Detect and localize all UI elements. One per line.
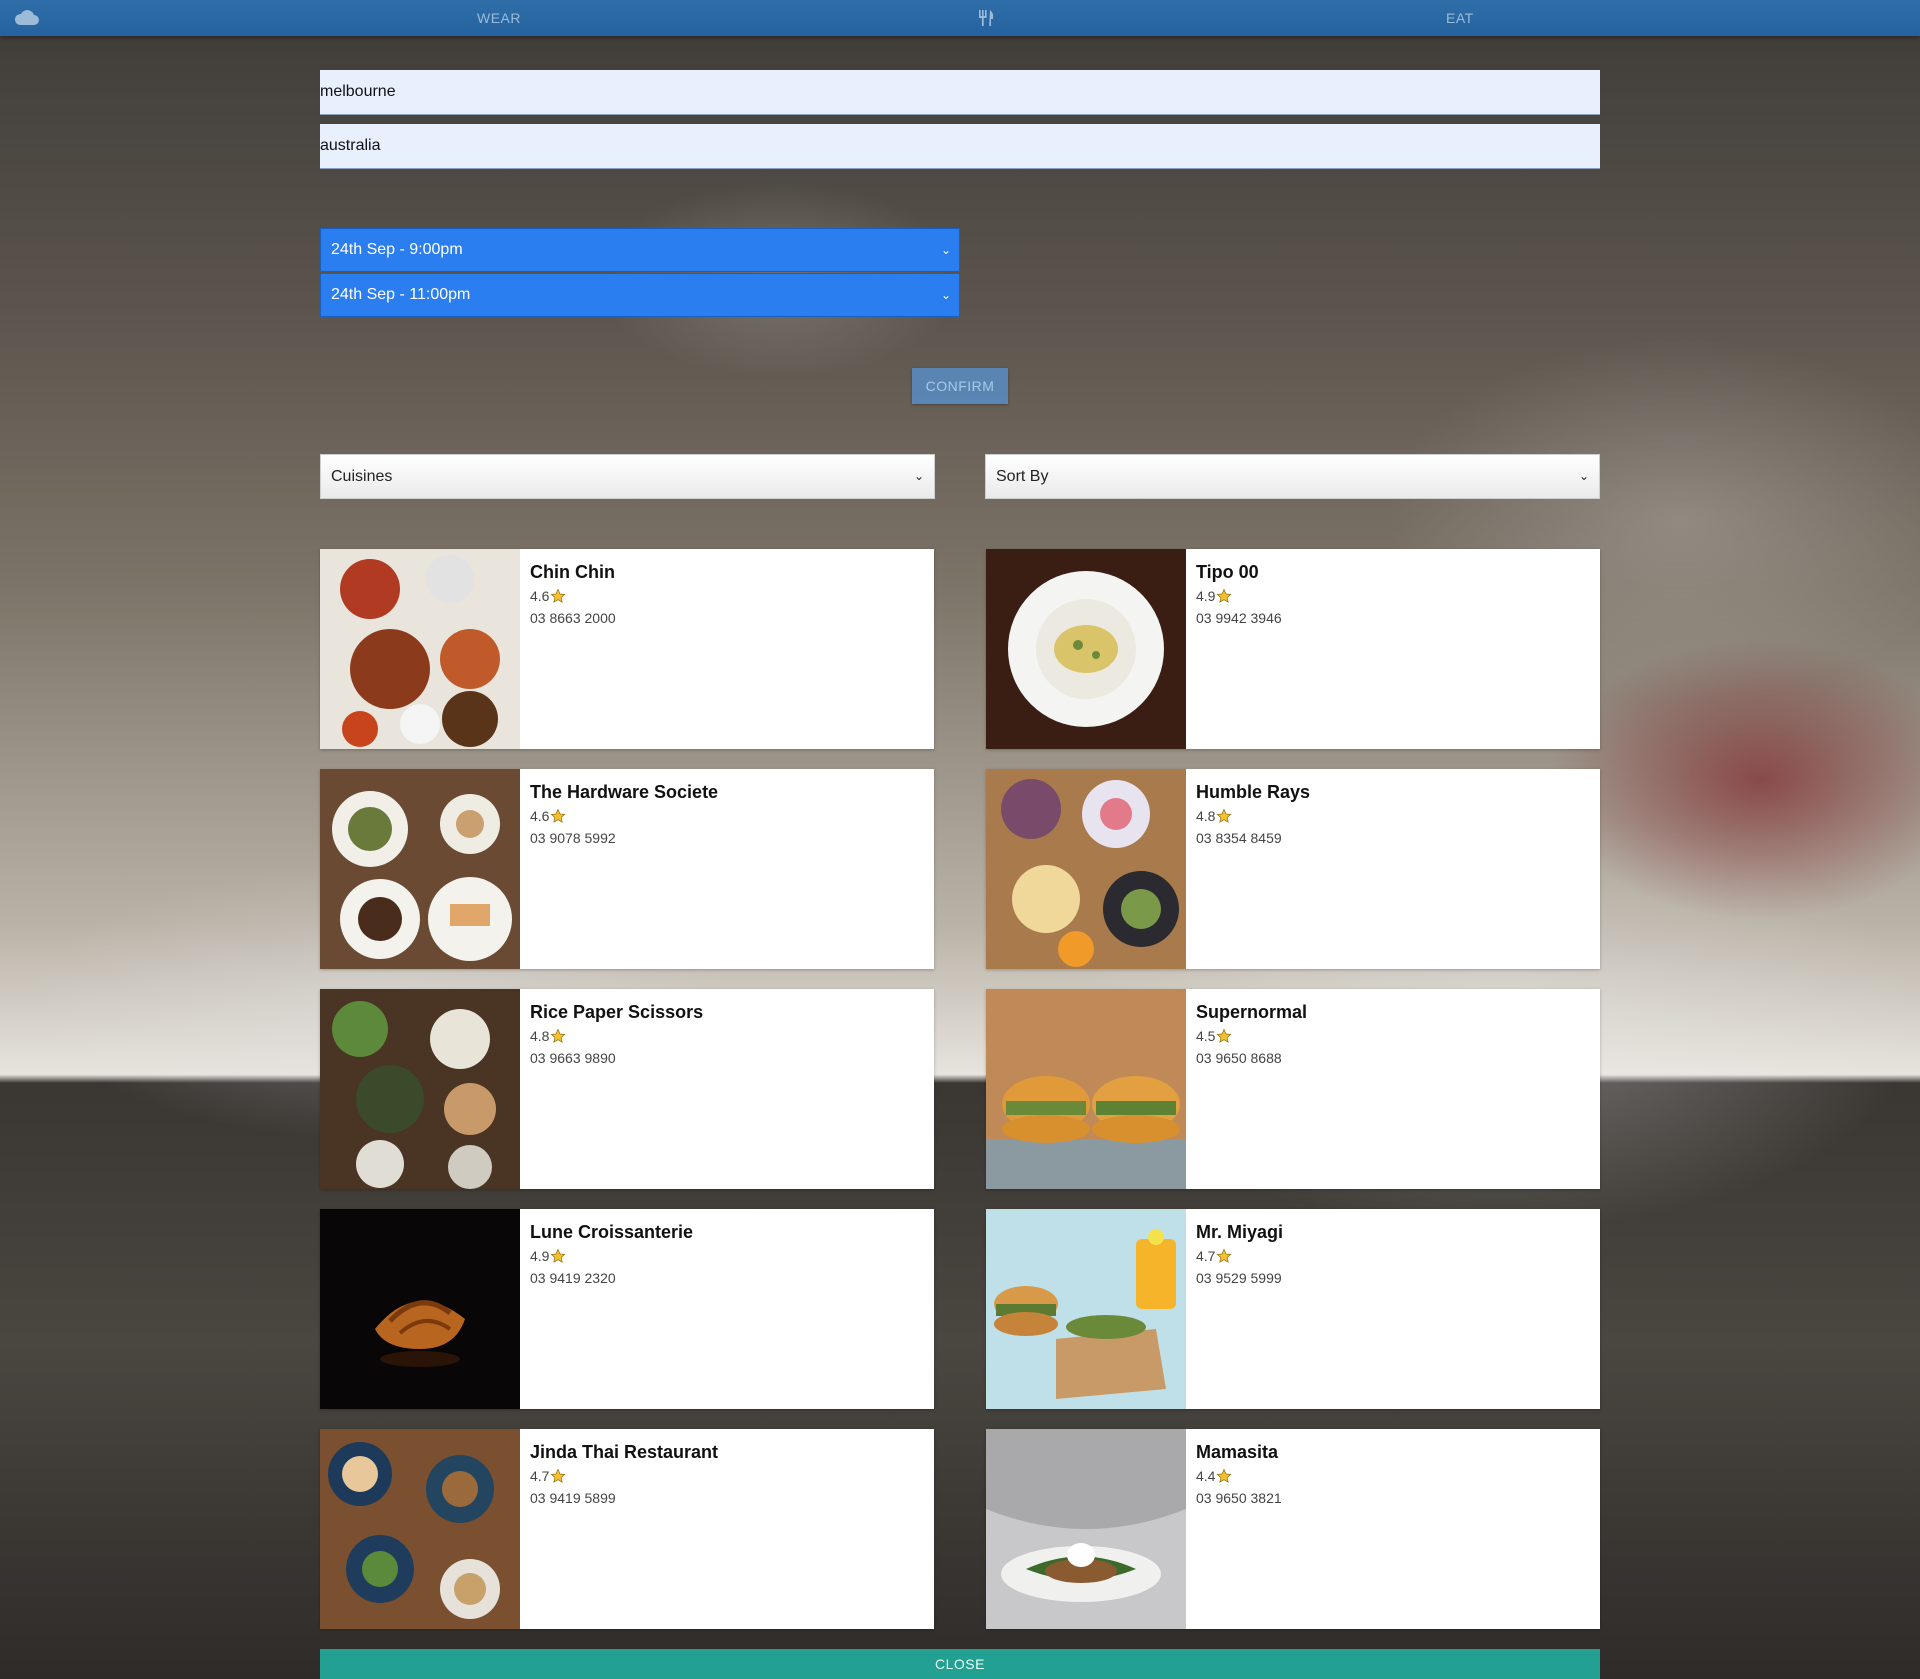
restaurant-name: Jinda Thai Restaurant [530,1442,719,1462]
star-icon [550,588,566,603]
restaurant-card[interactable]: Rice Paper Scissors 4.8 03 9663 9890 [320,989,934,1189]
star-icon [1216,1028,1232,1043]
chevron-down-icon: ⌄ [940,243,951,257]
restaurant-photo [986,1209,1186,1409]
start-datetime-value: 24th Sep - 9:00pm [331,241,463,258]
restaurant-name: The Hardware Societe [530,782,719,802]
restaurant-phone: 03 9942 3946 [1196,610,1282,626]
chevron-down-icon: ⌄ [1578,469,1589,483]
restaurant-photo [320,1429,520,1629]
star-icon [550,1468,566,1483]
star-icon [1216,1248,1232,1263]
star-icon [550,1248,566,1263]
restaurant-name: Lune Croissanterie [530,1222,694,1242]
restaurant-name: Mamasita [1196,1442,1279,1462]
star-icon [550,1028,566,1043]
restaurant-name: Mr. Miyagi [1196,1222,1284,1242]
restaurant-rating: 4.7 [530,1468,550,1484]
restaurant-phone: 03 9529 5999 [1196,1270,1282,1286]
restaurant-rating: 4.8 [1196,808,1216,824]
restaurant-photo [986,549,1186,749]
start-datetime-select[interactable]: 24th Sep - 9:00pm ⌄ [320,228,960,272]
restaurant-name: Chin Chin [530,562,615,582]
nav-tab-wear[interactable]: WEAR [477,0,521,36]
restaurant-name: Humble Rays [1196,782,1311,802]
restaurant-card[interactable]: Mr. Miyagi 4.7 03 9529 5999 [986,1209,1600,1409]
restaurant-rating: 4.9 [1196,588,1216,604]
restaurant-photo [320,769,520,969]
restaurant-rating: 4.6 [530,808,550,824]
star-icon [550,808,566,823]
restaurant-card[interactable]: Mamasita 4.4 03 9650 3821 [986,1429,1600,1629]
restaurant-name: Supernormal [1196,1002,1308,1022]
restaurant-name: Rice Paper Scissors [530,1002,704,1022]
restaurant-card[interactable]: The Hardware Societe 4.6 03 9078 5992 [320,769,934,969]
star-icon [1216,808,1232,823]
restaurant-photo [320,1209,520,1409]
sort-by-select[interactable]: Sort By ⌄ [985,454,1600,499]
restaurant-photo [320,989,520,1189]
top-nav-bar: WEAR EAT [0,0,1920,36]
cloud-icon[interactable] [14,8,40,28]
restaurant-rating: 4.6 [530,588,550,604]
restaurant-photo [986,1429,1186,1629]
restaurant-card[interactable]: Supernormal 4.5 03 9650 8688 [986,989,1600,1189]
restaurant-photo [320,549,520,749]
end-datetime-value: 24th Sep - 11:00pm [331,286,471,303]
restaurant-card[interactable]: Lune Croissanterie 4.9 03 9419 2320 [320,1209,934,1409]
end-datetime-select[interactable]: 24th Sep - 11:00pm ⌄ [320,273,960,317]
restaurant-card[interactable]: Tipo 00 4.9 03 9942 3946 [986,549,1600,749]
restaurant-card[interactable]: Humble Rays 4.8 03 8354 8459 [986,769,1600,969]
restaurant-photo [986,989,1186,1189]
restaurant-name: Tipo 00 [1196,562,1259,582]
restaurant-card[interactable]: Jinda Thai Restaurant 4.7 03 9419 5899 [320,1429,934,1629]
restaurant-card[interactable]: Chin Chin 4.6 03 8663 2000 [320,549,934,749]
restaurant-rating: 4.9 [530,1248,550,1264]
confirm-button[interactable]: CONFIRM [912,368,1008,404]
country-input[interactable] [320,124,1600,169]
chevron-down-icon: ⌄ [913,469,924,483]
cuisines-select[interactable]: Cuisines ⌄ [320,454,935,499]
cuisines-select-value: Cuisines [331,468,393,485]
restaurant-phone: 03 8354 8459 [1196,830,1282,846]
star-icon [1216,1468,1232,1483]
star-icon [1216,588,1232,603]
close-button[interactable]: CLOSE [320,1649,1600,1679]
fork-knife-icon[interactable] [977,9,995,27]
restaurant-phone: 03 9419 2320 [530,1270,616,1286]
restaurant-phone: 03 9419 5899 [530,1490,616,1506]
restaurant-rating: 4.7 [1196,1248,1216,1264]
city-input[interactable] [320,70,1600,115]
restaurant-photo [986,769,1186,969]
restaurant-phone: 03 9650 8688 [1196,1050,1282,1066]
restaurant-rating: 4.8 [530,1028,550,1044]
restaurant-rating: 4.5 [1196,1028,1216,1044]
restaurant-phone: 03 9650 3821 [1196,1490,1282,1506]
chevron-down-icon: ⌄ [940,288,951,302]
restaurant-rating: 4.4 [1196,1468,1216,1484]
nav-tab-eat[interactable]: EAT [1446,0,1474,36]
sort-by-select-value: Sort By [996,468,1049,485]
restaurant-phone: 03 8663 2000 [530,610,616,626]
restaurant-phone: 03 9663 9890 [530,1050,616,1066]
restaurant-phone: 03 9078 5992 [530,830,616,846]
